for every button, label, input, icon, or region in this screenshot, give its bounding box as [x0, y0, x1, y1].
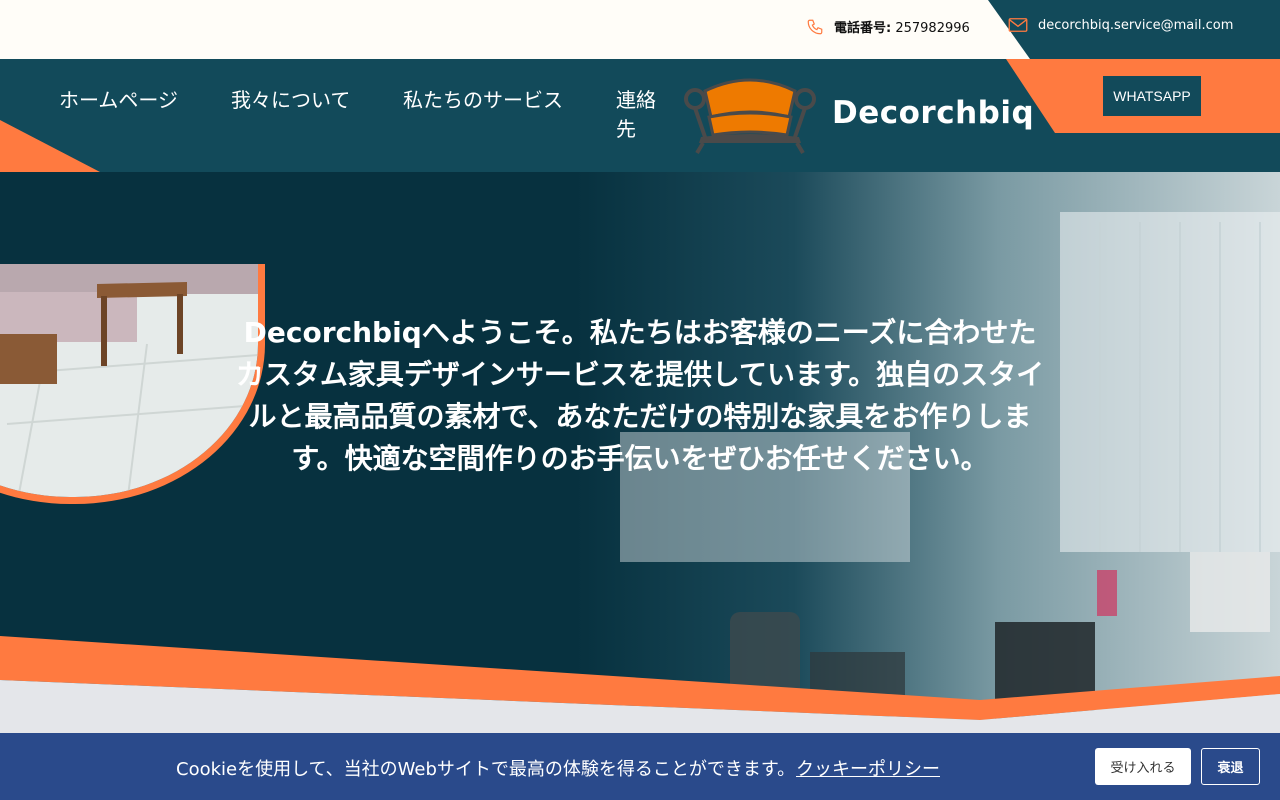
nav-item-services[interactable]: 私たちのサービス [403, 86, 563, 115]
nav-item-about[interactable]: 我々について [231, 86, 351, 115]
email-contact[interactable]: decorchbiq.service@mail.com [1008, 17, 1233, 33]
cookie-message: Cookieを使用して、当社のWebサイトで最高の体験を得ることができます。 [176, 759, 796, 780]
nav-item-contact[interactable]: 連絡先 [616, 86, 666, 144]
phone-number: 257982996 [895, 21, 970, 36]
cookie-consent-bar: Cookieを使用して、当社のWebサイトで最高の体験を得ることができます。 ク… [0, 733, 1280, 800]
email-address: decorchbiq.service@mail.com [1038, 17, 1234, 33]
sofa-logo-icon[interactable] [683, 73, 817, 161]
cookie-policy-link[interactable]: クッキーポリシー [796, 755, 940, 781]
hero-section: Decorchbiqへようこそ。私たちはお客様のニーズに合わせたカスタム家具デザ… [0, 172, 1280, 800]
whatsapp-button[interactable]: WHATSAPP [1103, 76, 1201, 116]
hero-welcome-text: Decorchbiqへようこそ。私たちはお客様のニーズに合わせたカスタム家具デザ… [235, 316, 1045, 475]
brand-name[interactable]: Decorchbiq [832, 95, 1034, 131]
phone-label: 電話番号: [834, 21, 892, 36]
cookie-accept-button[interactable]: 受け入れる [1095, 748, 1191, 785]
phone-contact[interactable]: 電話番号: 257982996 [806, 17, 970, 36]
cookie-decline-button[interactable]: 衰退 [1201, 748, 1260, 785]
phone-icon [806, 18, 824, 36]
mail-icon [1008, 17, 1028, 33]
nav-item-home[interactable]: ホームページ [59, 86, 179, 115]
